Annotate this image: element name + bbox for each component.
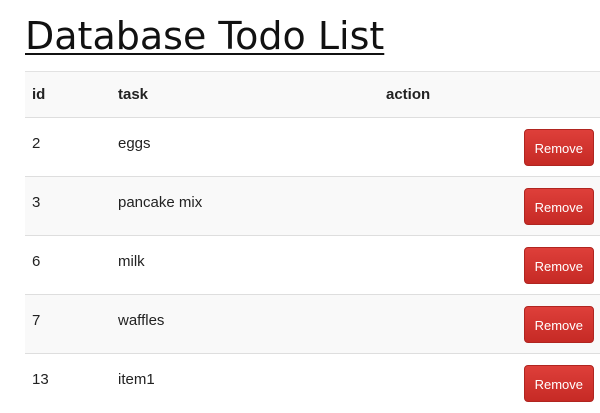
row-action-cell: Remove <box>379 176 600 236</box>
remove-button[interactable]: Remove <box>523 306 594 343</box>
column-header-task: task <box>111 71 379 118</box>
row-id-cell: 6 <box>25 235 111 295</box>
remove-button[interactable]: Remove <box>523 247 594 284</box>
table-row: 6 milk Remove <box>25 235 600 295</box>
row-id: 6 <box>32 253 41 270</box>
column-header-action: action <box>379 71 600 118</box>
table-row: 2 eggs Remove <box>25 117 600 177</box>
row-id: 2 <box>32 135 41 152</box>
row-id: 13 <box>32 371 49 388</box>
row-id: 3 <box>32 194 41 211</box>
row-task-cell: item1 <box>111 353 379 413</box>
remove-button[interactable]: Remove <box>523 188 594 225</box>
row-action-cell: Remove <box>379 235 600 295</box>
row-task-cell: eggs <box>111 117 379 177</box>
row-task: milk <box>118 253 145 270</box>
page-title: Database Todo List <box>25 14 385 58</box>
row-task: item1 <box>118 371 155 388</box>
row-id-cell: 7 <box>25 294 111 354</box>
row-id-cell: 13 <box>25 353 111 413</box>
row-action-cell: Remove <box>379 294 600 354</box>
row-task: pancake mix <box>118 194 203 211</box>
row-task: waffles <box>118 312 165 329</box>
row-id-cell: 3 <box>25 176 111 236</box>
row-id: 7 <box>32 312 41 329</box>
remove-button[interactable]: Remove <box>523 365 594 402</box>
row-task-cell: waffles <box>111 294 379 354</box>
table-row: 13 item1 Remove <box>25 353 600 413</box>
column-header-id: id <box>25 71 111 118</box>
row-action-cell: Remove <box>379 117 600 177</box>
row-action-cell: Remove <box>379 353 600 413</box>
table-header-row: id task action <box>25 71 600 118</box>
table-row: 7 waffles Remove <box>25 294 600 354</box>
row-id-cell: 2 <box>25 117 111 177</box>
todo-table: id task action 2 eggs Remove 3 pancake m… <box>25 71 600 413</box>
row-task: eggs <box>118 135 151 152</box>
row-task-cell: milk <box>111 235 379 295</box>
table-row: 3 pancake mix Remove <box>25 176 600 236</box>
row-task-cell: pancake mix <box>111 176 379 236</box>
remove-button[interactable]: Remove <box>523 129 594 166</box>
